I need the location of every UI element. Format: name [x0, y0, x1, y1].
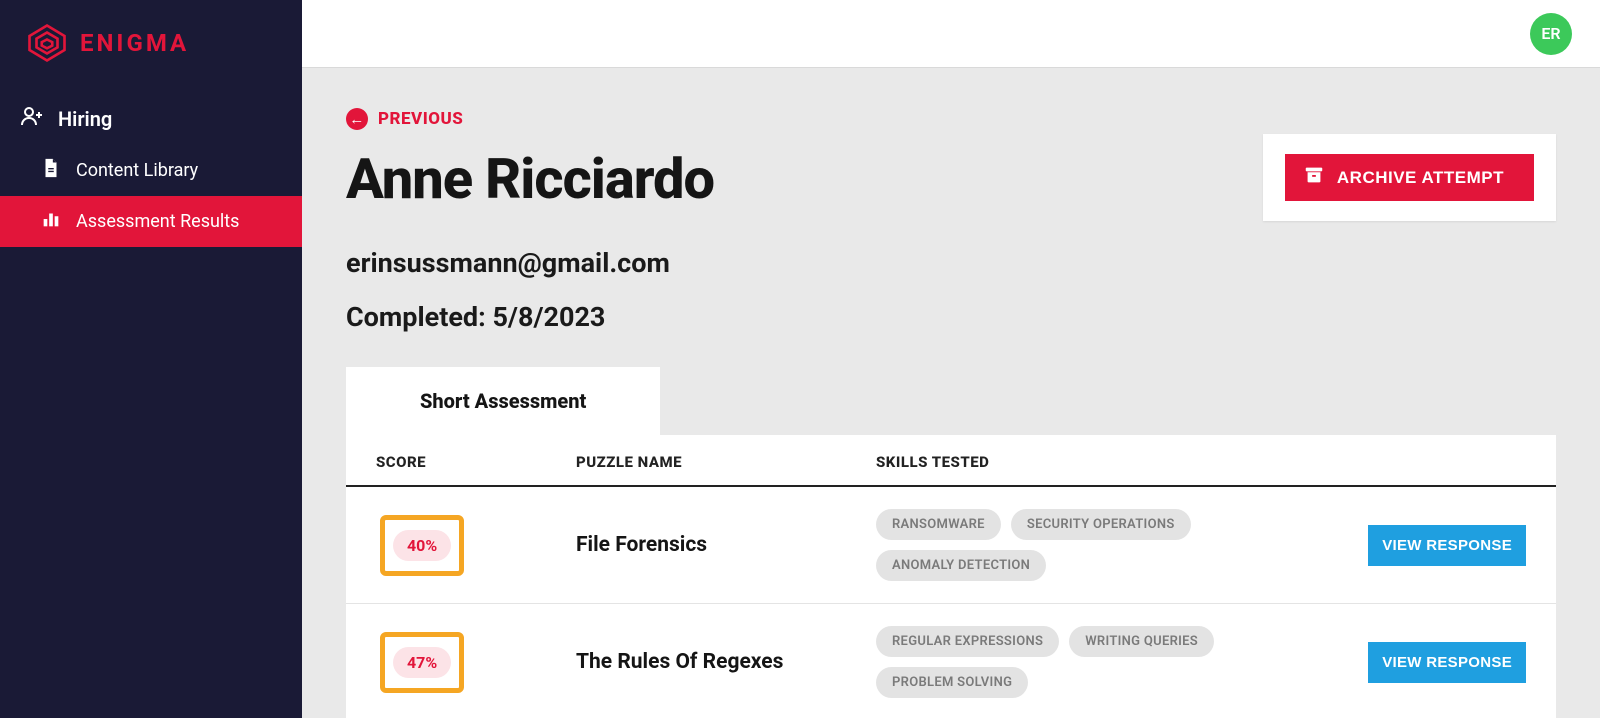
topbar: ER: [302, 0, 1600, 68]
puzzle-name: The Rules Of Regexes: [576, 650, 876, 674]
table-row: 40% File Forensics RANSOMWARE SECURITY O…: [346, 487, 1556, 604]
puzzle-name: File Forensics: [576, 533, 876, 557]
results-table: SCORE PUZZLE NAME SKILLS TESTED 40% File…: [346, 435, 1556, 718]
skill-chip: WRITING QUERIES: [1069, 626, 1214, 657]
header-row: Anne Ricciardo ARCHIVE ATTEMPT: [346, 146, 1556, 221]
document-icon: [40, 157, 62, 184]
skills-cell: RANSOMWARE SECURITY OPERATIONS ANOMALY D…: [876, 509, 1356, 581]
skill-chip: PROBLEM SOLVING: [876, 667, 1028, 698]
score-pill: 47%: [393, 647, 451, 678]
main: ER ← PREVIOUS Anne Ricciardo ARCHIVE AT: [302, 0, 1600, 718]
table-header: SCORE PUZZLE NAME SKILLS TESTED: [346, 435, 1556, 487]
previous-label: PREVIOUS: [378, 109, 463, 129]
skills-cell: REGULAR EXPRESSIONS WRITING QUERIES PROB…: [876, 626, 1356, 698]
skill-chip: ANOMALY DETECTION: [876, 550, 1046, 581]
archive-button-label: ARCHIVE ATTEMPT: [1337, 168, 1504, 188]
action-cell: VIEW RESPONSE: [1356, 642, 1526, 683]
score-highlight: 47%: [380, 632, 464, 693]
score-highlight: 40%: [380, 515, 464, 576]
sidebar: ENIGMA Hiring Content Library: [0, 0, 302, 718]
skill-chip: SECURITY OPERATIONS: [1011, 509, 1191, 540]
nav-section-label: Hiring: [58, 107, 112, 131]
archive-card: ARCHIVE ATTEMPT: [1263, 134, 1556, 221]
brand: ENIGMA: [0, 0, 302, 92]
score-cell: 40%: [376, 515, 576, 576]
candidate-name: Anne Ricciardo: [346, 146, 714, 212]
archive-attempt-button[interactable]: ARCHIVE ATTEMPT: [1285, 154, 1534, 201]
view-response-button[interactable]: VIEW RESPONSE: [1368, 642, 1526, 683]
nav-section-hiring[interactable]: Hiring: [0, 92, 302, 145]
brand-name: ENIGMA: [80, 29, 189, 57]
action-cell: VIEW RESPONSE: [1356, 525, 1526, 566]
table-row: 47% The Rules Of Regexes REGULAR EXPRESS…: [346, 604, 1556, 718]
archive-icon: [1303, 164, 1325, 191]
tab-row: Short Assessment: [346, 367, 1556, 435]
sidebar-item-content-library[interactable]: Content Library: [0, 145, 302, 196]
column-puzzle-name: PUZZLE NAME: [576, 453, 876, 471]
content: ← PREVIOUS Anne Ricciardo ARCHIVE ATTEMP…: [302, 68, 1600, 718]
bar-chart-icon: [40, 208, 62, 235]
candidate-email: erinsussmann@gmail.com: [346, 247, 1556, 279]
avatar[interactable]: ER: [1530, 13, 1572, 55]
score-cell: 47%: [376, 632, 576, 693]
skill-chip: RANSOMWARE: [876, 509, 1001, 540]
user-plus-icon: [20, 104, 44, 133]
arrow-left-icon: ←: [346, 108, 368, 130]
brand-logo-icon: [26, 22, 68, 64]
sidebar-item-label: Assessment Results: [76, 211, 239, 232]
assessment-section: Short Assessment SCORE PUZZLE NAME SKILL…: [346, 367, 1556, 718]
score-pill: 40%: [393, 530, 451, 561]
view-response-button[interactable]: VIEW RESPONSE: [1368, 525, 1526, 566]
previous-link[interactable]: ← PREVIOUS: [346, 108, 463, 130]
column-score: SCORE: [376, 453, 576, 471]
column-skills-tested: SKILLS TESTED: [876, 453, 1356, 471]
skill-chip: REGULAR EXPRESSIONS: [876, 626, 1059, 657]
sidebar-item-label: Content Library: [76, 160, 198, 181]
tab-short-assessment[interactable]: Short Assessment: [346, 367, 660, 435]
sidebar-item-assessment-results[interactable]: Assessment Results: [0, 196, 302, 247]
completed-date: Completed: 5/8/2023: [346, 301, 1556, 333]
